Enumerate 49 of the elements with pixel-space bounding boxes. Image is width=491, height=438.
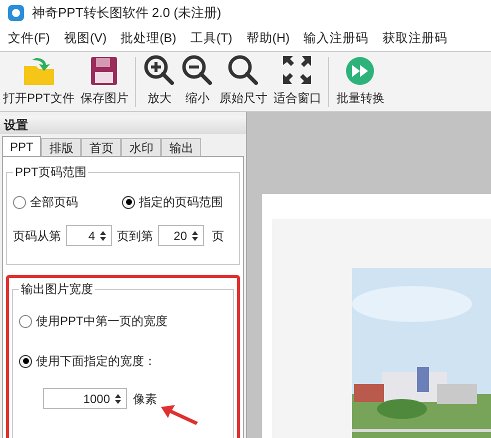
radio-button[interactable] xyxy=(122,196,135,208)
menu-item[interactable]: 工具(T) xyxy=(190,29,232,48)
field-label: 页到第 xyxy=(117,228,153,244)
window-title: 神奇PPT转长图软件 2.0 (未注册) xyxy=(32,4,222,22)
spinner-arrows-icon[interactable] xyxy=(191,230,199,242)
spinner-arrows-icon[interactable] xyxy=(114,392,122,404)
menu-item[interactable]: 输入注册码 xyxy=(304,29,369,48)
radio-label[interactable]: 指定的页码范围 xyxy=(139,193,223,211)
pointer-arrow-icon xyxy=(159,403,199,425)
toolbar-button[interactable]: 批量转换 xyxy=(333,53,388,111)
app-logo-icon xyxy=(8,5,24,21)
toolbar-button[interactable]: 放大 xyxy=(140,53,178,111)
menu-item[interactable]: 帮助(H) xyxy=(246,29,290,48)
expand-arrows-icon xyxy=(281,54,314,86)
field-label: 页码从第 xyxy=(13,228,61,244)
zoom-out-icon xyxy=(181,54,214,86)
fast-forward-icon xyxy=(345,56,376,86)
folder-icon xyxy=(22,56,56,86)
spinner-arrows-icon[interactable] xyxy=(99,230,107,242)
menu-item[interactable]: 视图(V) xyxy=(64,29,107,48)
menu-item[interactable]: 批处理(B) xyxy=(120,29,176,48)
zoom-in-icon xyxy=(143,54,176,86)
group-title: PPT页码范围 xyxy=(14,164,88,181)
tab[interactable]: 排版 xyxy=(41,138,82,156)
tab[interactable]: 首页 xyxy=(81,138,122,156)
width-spinner[interactable]: 1000 xyxy=(43,388,127,409)
radio-button[interactable] xyxy=(19,354,32,368)
panel-header: 设置 xyxy=(0,116,246,134)
page-from-spinner[interactable]: 4 xyxy=(66,225,112,246)
toolbar-button[interactable]: 原始尺寸 xyxy=(216,53,270,111)
menu-item[interactable]: 文件(F) xyxy=(8,29,50,48)
radio-label[interactable]: 使用下面指定的宽度： xyxy=(36,352,156,370)
toolbar-button[interactable]: 保存图片 xyxy=(77,53,132,111)
radio-button[interactable] xyxy=(13,196,26,208)
toolbar-button[interactable]: 适合窗口 xyxy=(270,53,324,111)
tab[interactable]: 水印 xyxy=(121,138,162,156)
radio-label[interactable]: 全部页码 xyxy=(30,193,78,211)
unit-label: 页 xyxy=(212,228,224,244)
radio-label[interactable]: 使用PPT中第一页的宽度 xyxy=(36,312,168,330)
tab[interactable]: PPT xyxy=(2,136,42,156)
magnifier-icon xyxy=(227,54,260,86)
menu-item[interactable]: 获取注册码 xyxy=(382,29,448,48)
toolbar-button[interactable]: 缩小 xyxy=(178,53,216,111)
toolbar-button[interactable]: 打开PPT文件 xyxy=(0,53,78,111)
tab[interactable]: 输出 xyxy=(161,138,202,156)
page-to-spinner[interactable]: 20 xyxy=(158,225,204,246)
unit-label: 像素 xyxy=(133,390,157,408)
group-title: 输出图片宽度 xyxy=(20,281,94,298)
radio-button[interactable] xyxy=(19,314,32,328)
